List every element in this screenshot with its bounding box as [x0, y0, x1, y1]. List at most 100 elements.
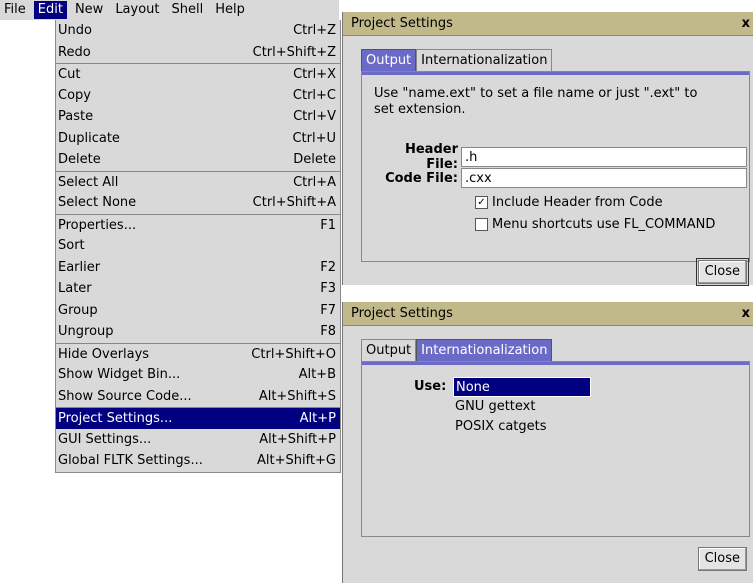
edit-menu-item[interactable]: Delete Delete	[56, 149, 340, 171]
menu-item-label: Project Settings...	[58, 411, 173, 426]
edit-menu-item[interactable]: Sort	[56, 235, 340, 257]
menu-item-shortcut: Alt+Shift+G	[256, 453, 336, 468]
menu-item-label: Sort	[58, 238, 85, 253]
menu-item-label: Show Source Code...	[58, 388, 192, 404]
menu-item-shortcut: F2	[320, 259, 336, 275]
tab-internationalization[interactable]: Internationalization	[416, 339, 553, 361]
menu-item-label: Ungroup	[58, 324, 114, 339]
edit-menu-item[interactable]: Cut Ctrl+X	[56, 63, 340, 85]
edit-menu-item[interactable]: Later F3	[56, 278, 340, 300]
edit-menu-item[interactable]: Show Source Code... Alt+Shift+S	[56, 386, 340, 408]
i18n-panel: Use: None GNU gettext POSIX catgets	[361, 361, 750, 537]
output-panel: Use "name.ext" to set a file name or jus…	[361, 71, 750, 262]
menu-item-shortcut: Ctrl+Shift+A	[252, 195, 336, 210]
menu-item-shortcut: F1	[320, 217, 336, 233]
edit-menu-item[interactable]: Properties... F1	[56, 213, 340, 236]
tab-accent-line	[362, 72, 749, 75]
menu-item-label: Select None	[58, 195, 137, 210]
include-header-checkbox[interactable]: ✓ Include Header from Code	[475, 195, 663, 210]
edit-menu-item[interactable]: Select All Ctrl+A	[56, 170, 340, 193]
include-header-label: Include Header from Code	[492, 195, 663, 210]
close-button[interactable]: Close	[697, 547, 747, 571]
tab-output[interactable]: Output	[361, 339, 417, 361]
tab-output[interactable]: Output	[361, 49, 417, 71]
menu-item-shortcut: Ctrl+V	[293, 109, 336, 124]
edit-menu-dropdown: Undo Ctrl+Z Redo Ctrl+Shift+Z Cut Ctrl+X Copy C…	[55, 20, 341, 473]
code-file-label: Code File:	[385, 170, 458, 186]
menu-item-label: Hide Overlays	[58, 346, 150, 362]
menu-item-shortcut: Alt+B	[298, 367, 336, 382]
dialog-titlebar[interactable]: Project Settings x	[343, 302, 753, 326]
menu-help[interactable]: Help	[211, 1, 249, 19]
menu-item-shortcut: Alt+P	[299, 411, 336, 426]
header-file-input[interactable]	[461, 147, 747, 167]
menu-item-label: Group	[58, 302, 98, 318]
edit-menu-item[interactable]: Project Settings... Alt+P	[56, 407, 340, 429]
edit-menu-item[interactable]: Group F7	[56, 300, 340, 322]
edit-menu-item[interactable]: Duplicate Ctrl+U	[56, 128, 340, 150]
edit-menu-item[interactable]: Copy Ctrl+C	[56, 85, 340, 107]
i18n-option-gettext[interactable]: GNU gettext	[453, 397, 591, 417]
menu-item-label: Earlier	[58, 259, 101, 275]
edit-menu-item[interactable]: Earlier F2	[56, 257, 340, 279]
menu-item-shortcut: Alt+Shift+P	[259, 431, 336, 447]
menu-item-shortcut: F3	[320, 281, 336, 296]
menu-item-label: Cut	[58, 67, 81, 82]
dialog-titlebar[interactable]: Project Settings x	[343, 12, 753, 36]
project-settings-dialog-i18n: Project Settings x Output Internationali…	[342, 302, 753, 583]
menu-item-label: Properties...	[58, 217, 137, 233]
menu-item-shortcut: F8	[320, 324, 336, 339]
menu-item-shortcut: Alt+Shift+S	[258, 388, 336, 404]
edit-menu-item[interactable]: Redo Ctrl+Shift+Z	[56, 42, 340, 64]
project-settings-dialog-output: Project Settings x Output Internationali…	[342, 12, 753, 286]
use-label: Use:	[414, 379, 447, 394]
code-file-input[interactable]	[461, 168, 747, 188]
menu-item-label: Delete	[58, 152, 101, 167]
i18n-type-list[interactable]: None GNU gettext POSIX catgets	[453, 377, 591, 437]
close-icon[interactable]: x	[742, 16, 750, 31]
menu-shortcuts-checkbox[interactable]: Menu shortcuts use FL_COMMAND	[475, 217, 715, 232]
close-icon[interactable]: x	[742, 306, 750, 321]
edit-menu-item[interactable]: Global FLTK Settings... Alt+Shift+G	[56, 450, 340, 472]
menu-item-label: Later	[58, 281, 92, 296]
edit-menu-item[interactable]: Paste Ctrl+V	[56, 106, 340, 128]
menu-layout[interactable]: Layout	[111, 1, 163, 19]
i18n-option-catgets[interactable]: POSIX catgets	[453, 417, 591, 437]
menu-item-label: Undo	[58, 23, 92, 38]
edit-menu-item[interactable]: Show Widget Bin... Alt+B	[56, 364, 340, 386]
edit-menu-item[interactable]: Undo Ctrl+Z	[56, 20, 340, 42]
menu-bar: File Edit New Layout Shell Help	[0, 0, 339, 20]
edit-menu-item[interactable]: Hide Overlays Ctrl+Shift+O	[56, 342, 340, 365]
tab-accent-line	[362, 362, 749, 365]
dialog-title: Project Settings	[351, 16, 453, 31]
menu-shortcuts-label: Menu shortcuts use FL_COMMAND	[492, 217, 716, 232]
menu-edit[interactable]: Edit	[33, 1, 67, 19]
menu-item-label: Select All	[58, 174, 119, 190]
menu-item-shortcut: Ctrl+C	[292, 87, 336, 103]
menu-item-shortcut: Ctrl+Z	[293, 23, 336, 38]
edit-menu-item[interactable]: Ungroup F8	[56, 321, 340, 343]
menu-item-label: GUI Settings...	[58, 431, 152, 447]
menu-item-label: Paste	[58, 109, 94, 124]
i18n-option-none[interactable]: None	[453, 377, 591, 397]
menu-item-label: Redo	[58, 44, 91, 60]
menu-item-shortcut: Ctrl+U	[292, 130, 336, 146]
dialog-title: Project Settings	[351, 306, 453, 321]
menu-item-shortcut: Delete	[293, 152, 336, 167]
edit-menu-item[interactable]: Select None Ctrl+Shift+A	[56, 192, 340, 214]
menu-item-label: Show Widget Bin...	[58, 367, 181, 382]
menu-new[interactable]: New	[71, 1, 107, 19]
filename-hint: Use "name.ext" to set a file name or jus…	[374, 86, 698, 117]
menu-item-shortcut: Ctrl+A	[293, 174, 336, 190]
close-button[interactable]: Close	[695, 258, 750, 286]
menu-item-shortcut: Ctrl+Shift+Z	[252, 44, 336, 60]
menu-shell[interactable]: Shell	[168, 1, 208, 19]
menu-item-label: Global FLTK Settings...	[58, 453, 203, 468]
tab-internationalization[interactable]: Internationalization	[416, 49, 553, 71]
menu-item-label: Copy	[58, 87, 91, 103]
edit-menu-item[interactable]: GUI Settings... Alt+Shift+P	[56, 429, 340, 451]
menu-item-shortcut: Ctrl+Shift+O	[251, 346, 336, 362]
checkbox-unchecked-icon[interactable]	[475, 218, 488, 231]
checkbox-checked-icon[interactable]: ✓	[475, 196, 488, 209]
menu-file[interactable]: File	[0, 1, 30, 19]
